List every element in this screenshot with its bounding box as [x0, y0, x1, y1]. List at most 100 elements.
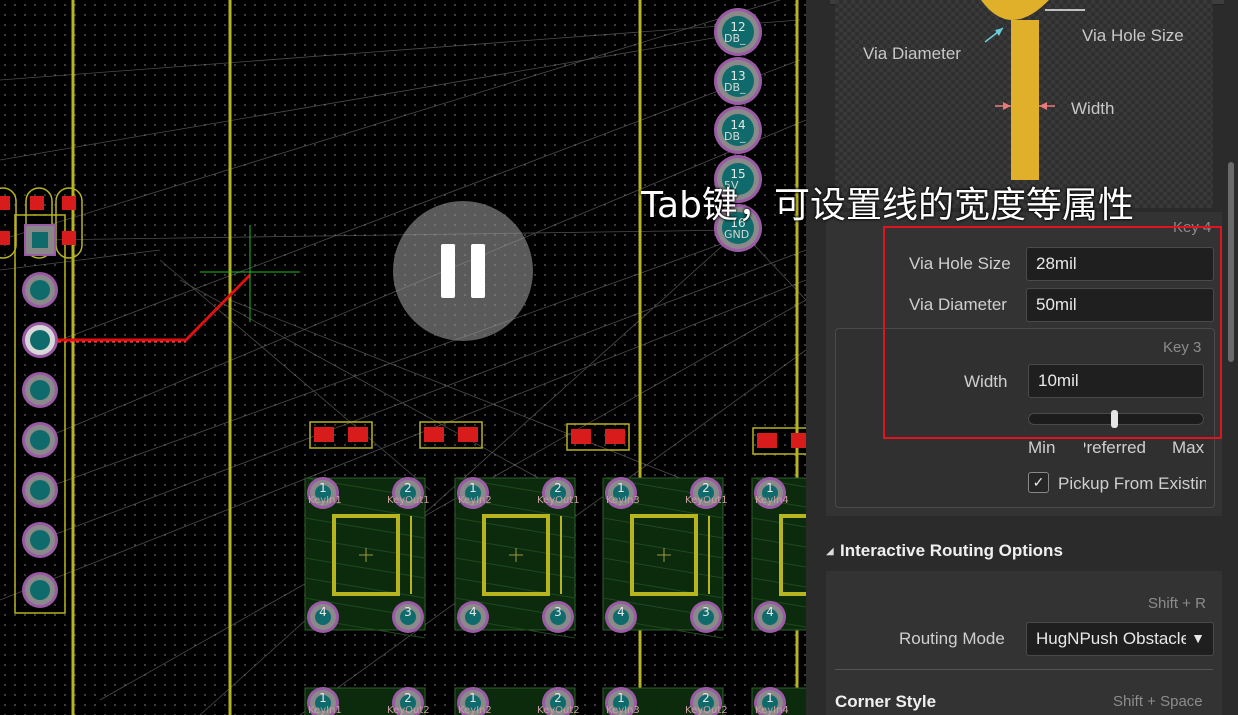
video-caption: Tab键，可设置线的宽度等属性 — [641, 185, 1134, 226]
pad-label: GND — [724, 228, 749, 241]
switch-label: KeyOut2 — [685, 705, 728, 715]
pickup-label: Pickup From Existing Routes — [1058, 474, 1206, 493]
tact-switch: 1 2 4 3 KeyIn1 KeyOut1 1 2 KeyIn1 KeyOut2 — [304, 477, 430, 715]
via-pad — [22, 272, 58, 308]
pcb-drawing: 12DB_13DB_14DB_155V16GND 1 24 3KeyIn1 KeyOu… — [0, 0, 806, 715]
collapse-triangle-icon[interactable]: ◢ — [826, 546, 834, 557]
routing-mode-select[interactable]: HugNPush Obstacles ▼ — [1026, 622, 1214, 656]
pad-number: 1 — [617, 691, 625, 705]
switch-label: KeyOut2 — [387, 705, 430, 715]
tact-switch: 1 2 4 3 KeyIn2 KeyOut1 1 2 KeyIn2 KeyOut2 — [454, 477, 580, 715]
via-pad: 13DB_ — [714, 57, 762, 105]
highlight-box — [883, 226, 1222, 439]
tact-switches: 1 2 4 3 KeyIn1 KeyOut1 1 2 KeyIn1 KeyOut2 1 2 4 3 KeyI… — [304, 477, 806, 715]
smd-pad — [571, 429, 591, 444]
pickup-label-clip: Pickup From Existing Routes — [1058, 474, 1206, 496]
pad-number: 4 — [766, 605, 774, 619]
pad-number: 2 — [702, 481, 710, 495]
switch-label: KeyOut2 — [537, 705, 580, 715]
diagram-width-label: Width — [1071, 99, 1115, 118]
switch-label: KeyIn2 — [458, 495, 492, 506]
via-pad — [22, 472, 58, 508]
switch-label: KeyIn4 — [755, 495, 789, 506]
smd-pad — [348, 427, 368, 442]
diagram-via-hole-size-label: Via Hole Size — [1082, 26, 1184, 45]
pcb-canvas[interactable]: 12 DB_ 13 DB_ 14 DB_ 15 5V 16 GND 1 2 4 3 KeyIn1 KeyOu… — [0, 0, 806, 715]
pad-number: 1 — [469, 481, 477, 495]
via-pad — [22, 572, 58, 608]
pad-number: 1 — [319, 691, 327, 705]
switch-label: KeyIn1 — [308, 705, 342, 715]
smd-pad — [314, 427, 334, 442]
chevron-down-icon: ▼ — [1191, 630, 1205, 646]
crosshair-cursor — [200, 225, 300, 322]
via-pad: 14DB_ — [714, 106, 762, 154]
pad-number: 4 — [319, 605, 327, 619]
scrollbar-thumb[interactable] — [1228, 162, 1234, 362]
via-pad: 3 — [392, 601, 424, 633]
switch-label: KeyOut1 — [387, 495, 430, 506]
pad-number: 2 — [404, 691, 412, 705]
switch-label: KeyOut1 — [685, 495, 728, 506]
pad-number: 1 — [319, 481, 327, 495]
pause-button[interactable] — [393, 201, 533, 341]
smd-pad — [458, 427, 478, 442]
via-pad — [22, 322, 58, 358]
via-pad: 4 — [307, 601, 339, 633]
pause-bar-left-icon — [441, 244, 455, 298]
pad-number: 4 — [469, 605, 477, 619]
via-pad — [22, 422, 58, 458]
tact-switch: 1 2 4 3 KeyIn3 KeyOut1 1 2 KeyIn3 KeyOut2 — [602, 477, 728, 715]
slider-max-label: Max — [1172, 438, 1204, 457]
pad-number: 1 — [617, 481, 625, 495]
via-pad: 12DB_ — [714, 8, 762, 56]
corner-style-label: Corner Style — [835, 692, 937, 711]
via-pad: 3 — [690, 601, 722, 633]
slider-min-label: Min — [1028, 438, 1056, 457]
shift-r-hint: Shift + R — [1148, 595, 1206, 612]
pad-number: 2 — [554, 691, 562, 705]
pad-number: 3 — [404, 605, 412, 619]
pad-number: 3 — [554, 605, 562, 619]
switch-label: KeyIn3 — [606, 495, 640, 506]
pad-number: 1 — [469, 691, 477, 705]
switch-label: KeyIn2 — [458, 705, 492, 715]
section-interactive-routing[interactable]: Interactive Routing Options — [840, 541, 1063, 561]
pause-bar-right-icon — [471, 244, 485, 298]
pad-number: 4 — [617, 605, 625, 619]
pad-number: 2 — [702, 691, 710, 705]
corner-style-shortcut: Shift + Space — [1113, 693, 1203, 710]
pad-number: 3 — [702, 605, 710, 619]
smd-pad — [424, 427, 444, 442]
pad-number: 1 — [766, 481, 774, 495]
smd-pad — [605, 429, 625, 444]
pad-number: 2 — [404, 481, 412, 495]
via-pad: 4 — [605, 601, 637, 633]
smd-resistor-row — [309, 421, 806, 455]
switch-label: KeyIn4 — [755, 705, 789, 715]
panel-scrollbar[interactable] — [1224, 0, 1238, 715]
pad-label: DB_ — [724, 130, 746, 143]
diagram-via-diameter-label: Via Diameter — [863, 44, 961, 63]
via-pad: 3 — [542, 601, 574, 633]
via-pad — [22, 372, 58, 408]
slider-preferred-label: Preferred — [1084, 438, 1146, 457]
header-pads — [22, 272, 58, 608]
switch-label: KeyIn3 — [606, 705, 640, 715]
via-pad: 4 — [457, 601, 489, 633]
pad-number: 1 — [766, 691, 774, 705]
pickup-checkbox[interactable]: ✓ — [1028, 472, 1049, 493]
via-pad: 4 — [754, 601, 786, 633]
routing-mode-value: HugNPush Obstacles — [1036, 629, 1186, 648]
divider — [835, 669, 1213, 670]
switch-label: KeyIn1 — [308, 495, 342, 506]
pad-label: DB_ — [724, 32, 746, 45]
slider-labels: Min Preferred Max — [1028, 438, 1204, 458]
pad-label: DB_ — [724, 81, 746, 94]
switch-label: KeyOut1 — [537, 495, 580, 506]
smd-pad — [757, 433, 777, 448]
smd-pad — [791, 433, 806, 448]
pad-number: 2 — [554, 481, 562, 495]
via-pad — [22, 522, 58, 558]
routing-mode-label: Routing Mode — [899, 629, 1005, 648]
